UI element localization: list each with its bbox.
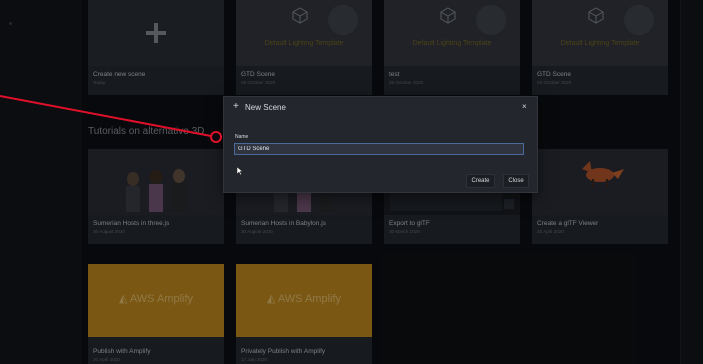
annotation-pointer (0, 95, 222, 143)
